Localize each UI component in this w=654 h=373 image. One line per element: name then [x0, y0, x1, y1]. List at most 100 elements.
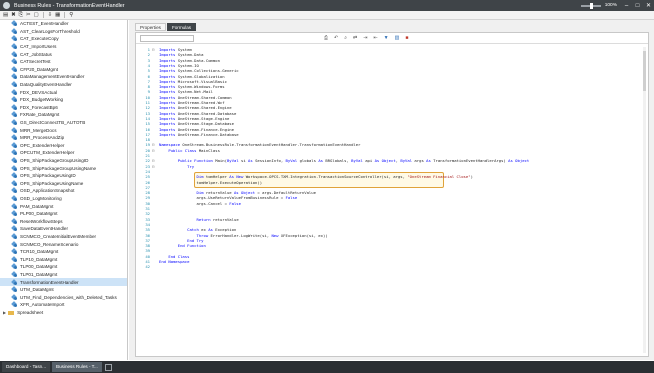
close-icon[interactable]: ✖: [11, 11, 16, 19]
cut-icon[interactable]: ✂: [26, 11, 31, 19]
code-body[interactable]: 1 ⊟ Imports System 2 Imports System.Data 3 Imp…: [136, 47, 648, 355]
business-rule-icon: [12, 264, 17, 270]
tree-item[interactable]: TCR10_DataMgmt: [0, 248, 127, 256]
vertical-scrollbar[interactable]: [643, 47, 646, 353]
grid-icon[interactable]: ▦: [55, 11, 60, 19]
taskbar-window-icon[interactable]: [104, 363, 112, 371]
print-icon[interactable]: ⎙: [324, 35, 328, 41]
tree-item-label: CAT_ImportUsers: [20, 44, 57, 50]
tree-folder-spreadsheet[interactable]: ▶ Spreadsheet: [0, 309, 127, 317]
tree-item[interactable]: DataQualityEventHandler: [0, 81, 127, 89]
tree-item-label: FXRate_DataMgmt: [20, 112, 60, 118]
export-icon[interactable]: ⇩: [48, 11, 53, 19]
pin-icon[interactable]: ⚲: [69, 11, 73, 19]
tree-item[interactable]: OSD_LogMonitoring: [0, 195, 127, 203]
tree-item-label: ResetWorkflowSteps: [20, 218, 63, 224]
paste-icon[interactable]: ▢: [33, 11, 38, 19]
tree-item-label: OSD_ApplicationSnapshot: [20, 188, 75, 194]
member-dropdown[interactable]: [140, 34, 194, 42]
tree-item[interactable]: AST_ClearLogsForThreshold: [0, 28, 127, 36]
tree-item[interactable]: FDX_DEVSActual: [0, 88, 127, 96]
tree-item-label: FDX_BudgetWorking: [20, 97, 64, 103]
maximize-icon[interactable]: □: [632, 0, 643, 11]
tree-item[interactable]: OPCUTM_ExtenderHelper: [0, 149, 127, 157]
tab-properties[interactable]: Properties: [135, 23, 166, 31]
tree-item[interactable]: TLP00_DataMgmt: [0, 263, 127, 271]
search-icon[interactable]: ⌕: [344, 35, 347, 41]
business-rule-icon: [12, 242, 17, 247]
replace-icon[interactable]: ⇄: [353, 35, 357, 41]
taskbar-item[interactable]: Business Rules - T...: [52, 362, 102, 372]
business-rule-icon: [12, 36, 17, 42]
tree-item[interactable]: PLP00_DataMgmt: [0, 210, 127, 218]
tree-item[interactable]: TLP10_DataMgmt: [0, 256, 127, 264]
tree-item[interactable]: SaveDataEventHandler: [0, 225, 127, 233]
tree-item[interactable]: GS_DirectConnectTB_AUTOTB: [0, 119, 127, 127]
tree-item[interactable]: OPS_ShipPackageUsingID: [0, 172, 127, 180]
folder-icon: [8, 310, 15, 315]
business-rule-icon: [12, 67, 17, 72]
tree-item[interactable]: CAT_ExecuteCopy: [0, 35, 127, 43]
tree-item[interactable]: UTM_DataMgmt: [0, 286, 127, 294]
tree-item[interactable]: TLP01_DataMgmt: [0, 271, 127, 279]
tree-item-label: PLP00_DataMgmt: [20, 211, 58, 217]
tree-item-label: FDX_DEVSActual: [20, 89, 58, 95]
tree-item-label: XFR_AutomateImport: [20, 302, 65, 308]
scrollbar-thumb[interactable]: [643, 51, 646, 91]
tree-item[interactable]: FDX_ForecastBp6: [0, 104, 127, 112]
business-rule-icon: [12, 204, 17, 209]
compile-icon[interactable]: ▥: [395, 35, 400, 41]
tree-item[interactable]: CATSecretTest: [0, 58, 127, 66]
tree-item[interactable]: CAT_JobStatus: [0, 50, 127, 58]
business-rule-icon: [12, 272, 17, 278]
tree-item[interactable]: OPS_ShipPackageGroupUsingName: [0, 164, 127, 172]
tree-item[interactable]: FDX_BudgetWorking: [0, 96, 127, 104]
tree-item-label: CATSecretTest: [20, 59, 51, 65]
minimize-icon[interactable]: –: [621, 0, 632, 11]
tree-item[interactable]: MRR_MergeDocs: [0, 126, 127, 134]
tree-item-label: PAM_DataMgmt: [20, 203, 54, 209]
zoom-slider[interactable]: [580, 2, 601, 9]
tree-item-label: CAT_JobStatus: [20, 51, 52, 57]
close-window-icon[interactable]: ✕: [643, 0, 654, 11]
copy-icon[interactable]: ⎘: [19, 11, 23, 19]
tree-item[interactable]: CAT_ImportUsers: [0, 43, 127, 51]
tree-item[interactable]: OPS_ShipPackageGroupUsingID: [0, 157, 127, 165]
tree-item[interactable]: PAM_DataMgmt: [0, 202, 127, 210]
outdent-icon[interactable]: ⇤: [373, 35, 377, 41]
tree-item[interactable]: OSD_ApplicationSnapshot: [0, 187, 127, 195]
tree-item-label: TLP00_DataMgmt: [20, 264, 58, 270]
code-editor[interactable]: ⎙ ↶ ⌕ ⇄ ⇥ ⇤ ▼ ▥ ■ 1 ⊟ Imports System 2 Impor…: [135, 32, 649, 357]
business-rule-icon: [12, 173, 17, 179]
undo-icon[interactable]: ↶: [334, 35, 338, 41]
panel-icon[interactable]: ▤: [3, 11, 8, 19]
tree-item[interactable]: SCNMCO_CreateInitialEventMember: [0, 233, 127, 241]
expand-arrow-icon[interactable]: ▶: [3, 310, 6, 315]
business-rule-icon: [12, 52, 17, 57]
zoom-slider-knob[interactable]: [589, 2, 593, 9]
business-rule-icon: [12, 97, 17, 103]
tree-item[interactable]: OPS_ShipPackageUsingName: [0, 180, 127, 188]
indent-icon[interactable]: ⇥: [363, 35, 367, 41]
tree-item-label: MRR_MergeDocs: [20, 127, 57, 133]
tree-item[interactable]: DataManagementEventHandler: [0, 73, 127, 81]
editor-tabs: Properties Formulas: [135, 23, 197, 31]
tree-item-label: OPS_ShipPackageUsingID: [20, 173, 76, 179]
tree-item[interactable]: XFR_AutomateImport: [0, 301, 127, 309]
tree-item[interactable]: ACTEST_EventHandler: [0, 20, 127, 28]
tree-item[interactable]: FXRate_DataMgmt: [0, 111, 127, 119]
tree-item[interactable]: MRR_ProcessAndZip: [0, 134, 127, 142]
taskbar-item[interactable]: Dashboard - Tasn...: [2, 362, 51, 372]
business-rule-icon: [12, 219, 17, 224]
tree-item[interactable]: TransformationEventHandler: [0, 278, 127, 286]
tab-formulas[interactable]: Formulas: [166, 23, 197, 31]
tree-item[interactable]: OPC_ExtenderHelper: [0, 142, 127, 150]
tree-item[interactable]: UTM_Find_Dependencies_with_Deleted_Tasks: [0, 294, 127, 302]
tree-item[interactable]: CFP20_DataMgmt: [0, 66, 127, 74]
tree-item[interactable]: ResetWorkflowSteps: [0, 218, 127, 226]
tree-item[interactable]: SCNMCO_RenameScenario: [0, 240, 127, 248]
error-icon[interactable]: ■: [405, 35, 408, 41]
filter-icon[interactable]: ▼: [384, 35, 389, 41]
business-rule-icon: [12, 128, 17, 133]
business-rule-icon: [12, 82, 17, 88]
